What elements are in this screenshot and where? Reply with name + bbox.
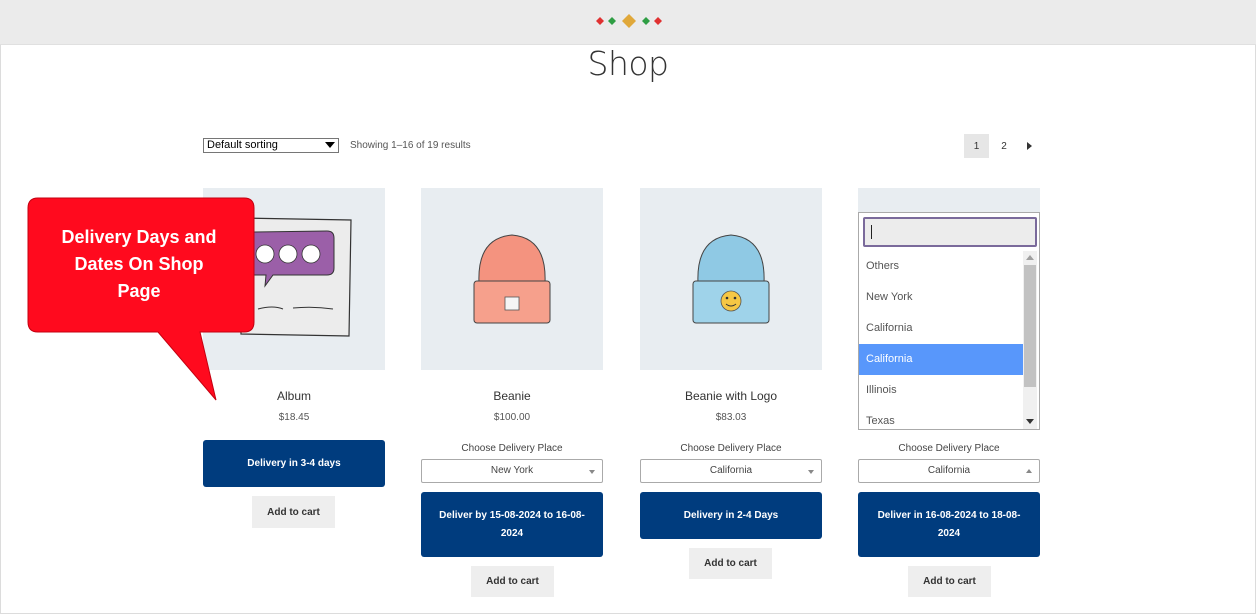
- product-image-beanie-with-logo[interactable]: [640, 188, 822, 370]
- sort-select-value: Default sorting: [207, 139, 278, 151]
- chevron-down-icon: [589, 470, 595, 474]
- delivery-place-value: California: [927, 465, 971, 476]
- delivery-info-badge: Deliver in 16-08-2024 to 18-08-2024: [858, 492, 1040, 557]
- dropdown-options: Others New York California California Il…: [859, 251, 1023, 429]
- product-name[interactable]: Beanie with Logo: [640, 389, 822, 403]
- dropdown-option[interactable]: New York: [859, 282, 1023, 313]
- scroll-up-arrow-icon[interactable]: [1026, 255, 1034, 260]
- product-image-beanie[interactable]: [421, 188, 603, 370]
- page-frame: [0, 0, 1256, 614]
- callout-line: Page: [117, 281, 161, 301]
- chevron-up-icon: [1026, 469, 1032, 473]
- add-to-cart-button[interactable]: Add to cart: [908, 566, 991, 597]
- pagination-page-1[interactable]: 1: [964, 134, 989, 158]
- dropdown-search-input[interactable]: [863, 217, 1037, 247]
- callout-line: Delivery Days and: [61, 227, 217, 247]
- dropdown-option[interactable]: Others: [859, 251, 1023, 282]
- dropdown-option[interactable]: Illinois: [859, 375, 1023, 406]
- next-arrow-icon: [1026, 142, 1032, 150]
- chevron-down-icon: [325, 142, 335, 148]
- product-name[interactable]: Beanie: [421, 389, 603, 403]
- delivery-info-badge: Deliver by 15-08-2024 to 16-08-2024: [421, 492, 603, 557]
- choose-delivery-place-label: Choose Delivery Place: [461, 443, 563, 454]
- add-to-cart-button[interactable]: Add to cart: [252, 496, 335, 528]
- woocommerce-diamond-logo-icon[interactable]: [596, 14, 662, 28]
- delivery-info-badge: Delivery in 2-4 Days: [640, 492, 822, 539]
- beanie-image: [473, 234, 551, 324]
- scroll-down-arrow-icon[interactable]: [1026, 419, 1034, 424]
- product-price: $83.03: [715, 412, 747, 423]
- choose-delivery-place-label: Choose Delivery Place: [898, 443, 1000, 454]
- product-price: $18.45: [278, 412, 310, 423]
- add-to-cart-button[interactable]: Add to cart: [471, 566, 554, 597]
- pagination-next-button[interactable]: [1018, 134, 1040, 158]
- dropdown-option-highlighted[interactable]: California: [859, 344, 1023, 375]
- callout-line: Dates On Shop: [74, 254, 204, 274]
- sort-select[interactable]: Default sorting: [203, 138, 339, 153]
- pagination-page-2[interactable]: 2: [992, 134, 1016, 158]
- result-count: Showing 1–16 of 19 results: [350, 140, 471, 151]
- product-name[interactable]: Album: [203, 389, 385, 403]
- delivery-place-select[interactable]: California: [640, 459, 822, 483]
- callout-text: Delivery Days and Dates On Shop Page: [30, 224, 248, 305]
- product-price: $100.00: [493, 412, 531, 423]
- page-title: Shop: [587, 44, 670, 83]
- delivery-place-dropdown: Others New York California California Il…: [858, 212, 1040, 430]
- text-cursor: [871, 225, 872, 239]
- dropdown-scrollbar[interactable]: [1023, 251, 1037, 429]
- delivery-place-select-open[interactable]: California: [858, 459, 1040, 483]
- delivery-info-badge: Delivery in 3-4 days: [203, 440, 385, 487]
- add-to-cart-button[interactable]: Add to cart: [689, 548, 772, 579]
- dropdown-option[interactable]: Texas: [859, 406, 1023, 429]
- site-header: [0, 0, 1256, 45]
- beanie-with-logo-image: [692, 234, 770, 324]
- choose-delivery-place-label: Choose Delivery Place: [680, 443, 782, 454]
- delivery-place-value: New York: [490, 465, 534, 476]
- scrollbar-thumb[interactable]: [1024, 265, 1036, 387]
- dropdown-option[interactable]: California: [859, 313, 1023, 344]
- delivery-place-select[interactable]: New York: [421, 459, 603, 483]
- delivery-place-value: California: [709, 465, 753, 476]
- chevron-down-icon: [808, 470, 814, 474]
